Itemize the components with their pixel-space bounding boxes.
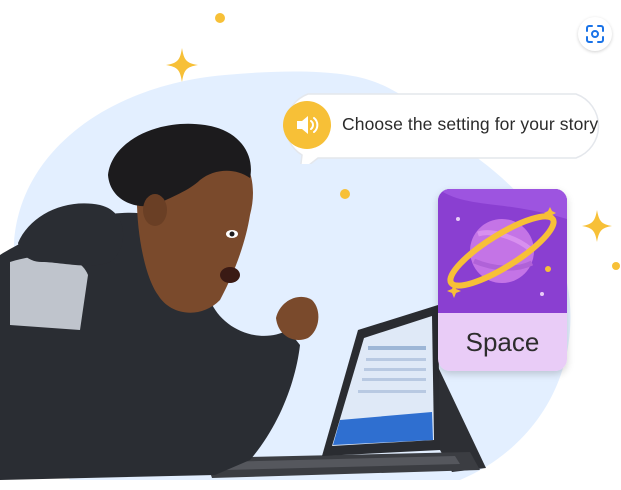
- speaker-button[interactable]: [283, 101, 331, 149]
- lens-icon: [586, 25, 604, 43]
- planet-icon: [438, 189, 567, 313]
- space-card-footer: Space: [438, 313, 567, 371]
- speaker-icon: [297, 116, 319, 134]
- lens-search-button[interactable]: [578, 17, 612, 51]
- raised-arm: [18, 203, 124, 266]
- space-card-art: [438, 189, 567, 313]
- page: Choose the setting for your story Space: [0, 0, 621, 490]
- space-card-label: Space: [465, 326, 540, 357]
- space-setting-card[interactable]: Space: [438, 189, 567, 371]
- open-mouth: [220, 267, 240, 283]
- prompt-text: Choose the setting for your story: [342, 114, 599, 134]
